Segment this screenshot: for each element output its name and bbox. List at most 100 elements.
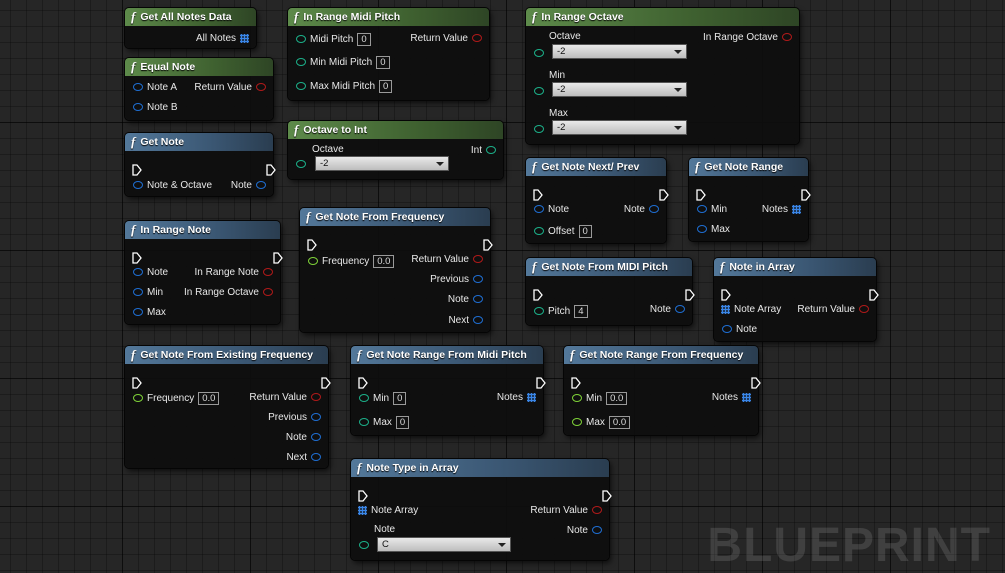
input-pin-note-octave[interactable]: Note & Octave — [133, 178, 212, 192]
node-octave-to-int[interactable]: f Octave to Int Octave -2 Int — [288, 121, 503, 179]
pitch-value-field[interactable]: 4 — [574, 304, 588, 318]
array-pin-icon[interactable] — [527, 392, 536, 402]
int-pin-icon[interactable] — [296, 82, 306, 90]
struct-pin-icon[interactable] — [473, 316, 483, 324]
node-header[interactable]: f Get Note Range From Frequency — [564, 346, 758, 364]
bool-pin-icon[interactable] — [256, 83, 266, 91]
node-header[interactable]: f Get Note Next/ Prev — [526, 158, 666, 176]
node-in-range-note[interactable]: f In Range Note Note Min Max In Range Not… — [125, 221, 283, 324]
node-header[interactable]: f In Range Octave — [526, 8, 799, 26]
input-pin-max[interactable] — [534, 122, 544, 136]
input-pin-frequency[interactable]: Frequency 0.0 — [133, 391, 220, 405]
int-pin-icon[interactable] — [486, 146, 496, 154]
input-pin-min[interactable]: Min 0 — [359, 391, 407, 405]
node-get-note[interactable]: f Get Note Note & Octave Note — [125, 133, 276, 196]
byte-pin-icon[interactable] — [359, 541, 369, 549]
output-pin-return-value[interactable]: Return Value — [797, 302, 869, 316]
bool-pin-icon[interactable] — [263, 288, 273, 296]
struct-pin-icon[interactable] — [311, 433, 321, 441]
input-pin-note-a[interactable]: Note A — [133, 80, 177, 94]
max-midi-pitch-value-field[interactable]: 0 — [379, 79, 393, 93]
node-header[interactable]: f Note Type in Array — [351, 459, 609, 477]
input-pin-min[interactable]: Min 0.0 — [572, 391, 628, 405]
min-midi-pitch-value-field[interactable]: 0 — [376, 55, 390, 69]
output-pin-note[interactable]: Note — [448, 292, 483, 306]
node-header[interactable]: f In Range Note — [125, 221, 280, 239]
struct-pin-icon[interactable] — [133, 268, 143, 276]
octave-dropdown[interactable]: -2 — [552, 44, 687, 59]
struct-pin-icon[interactable] — [722, 325, 732, 333]
min-value-field[interactable]: 0 — [393, 391, 407, 405]
struct-pin-icon[interactable] — [133, 308, 143, 316]
output-pin-all-notes[interactable]: All Notes — [196, 31, 249, 45]
output-pin-previous[interactable]: Previous — [430, 272, 483, 286]
input-pin-note-array[interactable]: Note Array — [721, 302, 781, 316]
output-pin-in-range-octave[interactable]: In Range Octave — [703, 30, 792, 44]
int-pin-icon[interactable] — [296, 35, 306, 43]
output-pin-note[interactable]: Note — [231, 178, 266, 192]
struct-pin-icon[interactable] — [534, 205, 544, 213]
struct-pin-icon[interactable] — [133, 83, 143, 91]
frequency-value-field[interactable]: 0.0 — [373, 254, 395, 268]
int-pin-icon[interactable] — [534, 307, 544, 315]
float-pin-icon[interactable] — [572, 394, 582, 402]
struct-pin-icon[interactable] — [592, 526, 602, 534]
byte-pin-icon[interactable] — [534, 87, 544, 95]
bool-pin-icon[interactable] — [592, 506, 602, 514]
node-note-in-array[interactable]: f Note in Array Note Array Note Return Va… — [714, 258, 879, 341]
min-value-field[interactable]: 0.0 — [606, 391, 628, 405]
frequency-value-field[interactable]: 0.0 — [198, 391, 220, 405]
bool-pin-icon[interactable] — [782, 33, 792, 41]
array-pin-icon[interactable] — [240, 33, 249, 43]
input-pin-note[interactable]: Note — [133, 265, 168, 279]
input-pin-pitch[interactable]: Pitch 4 — [534, 304, 588, 318]
input-pin-offset[interactable]: Offset 0 — [534, 224, 592, 238]
int-pin-icon[interactable] — [296, 58, 306, 66]
float-pin-icon[interactable] — [133, 394, 143, 402]
node-header[interactable]: f Note in Array — [714, 258, 876, 276]
node-header[interactable]: f Equal Note — [125, 58, 273, 76]
node-header[interactable]: f Get Note Range — [689, 158, 808, 176]
struct-pin-icon[interactable] — [256, 181, 266, 189]
input-pin-frequency[interactable]: Frequency 0.0 — [308, 254, 395, 268]
min-octave-dropdown[interactable]: -2 — [552, 82, 687, 97]
midi-pitch-value-field[interactable]: 0 — [357, 32, 371, 46]
output-pin-return-value[interactable]: Return Value — [410, 31, 482, 45]
byte-pin-icon[interactable] — [534, 49, 544, 57]
input-pin-octave[interactable] — [296, 157, 306, 171]
input-pin-max-midi-pitch[interactable]: Max Midi Pitch 0 — [296, 79, 393, 93]
input-pin-min[interactable] — [534, 84, 544, 98]
byte-pin-icon[interactable] — [534, 125, 544, 133]
output-pin-int[interactable]: Int — [471, 143, 496, 157]
struct-pin-icon[interactable] — [311, 453, 321, 461]
input-pin-note[interactable]: Note — [722, 322, 757, 336]
input-pin-min[interactable]: Min — [697, 202, 727, 216]
struct-pin-icon[interactable] — [133, 181, 143, 189]
struct-pin-icon[interactable] — [675, 305, 685, 313]
node-get-note-range-from-midi-pitch[interactable]: f Get Note Range From Midi Pitch Min 0 Max… — [351, 346, 546, 435]
input-pin-min[interactable]: Min — [133, 285, 163, 299]
node-header[interactable]: f Get Note From Existing Frequency — [125, 346, 328, 364]
array-pin-icon[interactable] — [792, 204, 801, 214]
offset-value-field[interactable]: 0 — [578, 224, 592, 238]
output-pin-return-value[interactable]: Return Value — [411, 252, 483, 266]
output-pin-previous[interactable]: Previous — [268, 410, 321, 424]
input-pin-max[interactable]: Max — [697, 222, 730, 236]
max-value-field[interactable]: 0 — [395, 415, 410, 429]
array-pin-icon[interactable] — [742, 392, 751, 402]
node-header[interactable]: f In Range Midi Pitch — [288, 8, 489, 26]
output-pin-notes[interactable]: Notes — [762, 202, 801, 216]
node-header[interactable]: f Get Note From Frequency — [300, 208, 490, 226]
input-pin-min-midi-pitch[interactable]: Min Midi Pitch 0 — [296, 55, 390, 69]
int-pin-icon[interactable] — [359, 394, 369, 402]
node-get-note-from-frequency[interactable]: f Get Note From Frequency Frequency 0.0 Re… — [300, 208, 493, 332]
output-pin-return-value[interactable]: Return Value — [530, 503, 602, 517]
output-pin-note[interactable]: Note — [624, 202, 659, 216]
input-pin-note[interactable]: Note — [534, 202, 569, 216]
input-pin-note-array[interactable]: Note Array — [358, 503, 418, 517]
struct-pin-icon[interactable] — [473, 275, 483, 283]
input-pin-note[interactable] — [359, 538, 369, 552]
int-pin-icon[interactable] — [359, 418, 369, 426]
node-header[interactable]: f Get All Notes Data — [125, 8, 256, 26]
struct-pin-icon[interactable] — [133, 288, 143, 296]
